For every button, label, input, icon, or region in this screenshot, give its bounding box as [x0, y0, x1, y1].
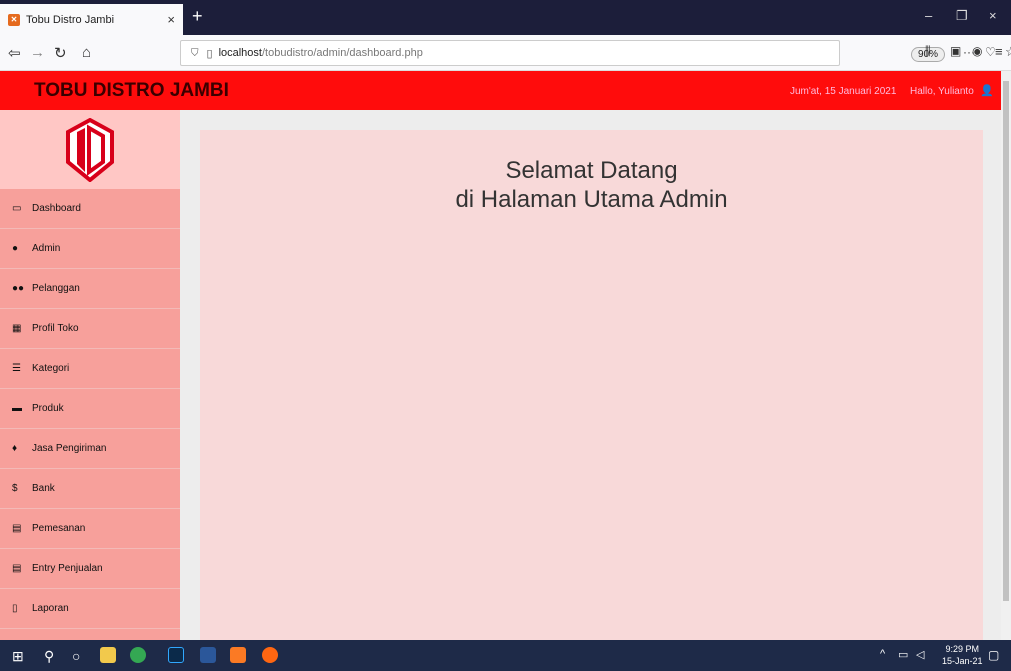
xampp-favicon-icon: ✕ [8, 13, 20, 26]
restore-button[interactable]: ❐ [956, 8, 968, 24]
reload-icon[interactable]: ↻ [54, 44, 67, 62]
sidebar-item-label: Entry Penjualan [32, 563, 103, 574]
brand-title[interactable]: TOBU DISTRO JAMBI [34, 80, 229, 102]
logo-icon [66, 117, 114, 182]
url-bar[interactable]: ⛉ ▯ localhost /tobudistro/admin/dashboar… [180, 40, 1011, 66]
sidebar-item-pelanggan[interactable]: ●● Pelanggan [0, 269, 180, 309]
page-scrollbar[interactable] [1001, 71, 1011, 640]
network-icon[interactable]: ▭ [898, 648, 908, 661]
sidebar-item-pemesanan[interactable]: ▤ Pemesanan [0, 509, 180, 549]
file-icon: ▯ [12, 603, 18, 614]
forward-icon[interactable]: → [30, 44, 45, 61]
welcome-heading: Selamat Datang [505, 157, 678, 184]
sidebar-item-label: Produk [32, 403, 64, 414]
map-marker-icon: ♦ [12, 443, 18, 454]
table-icon: ▦ [12, 323, 22, 334]
welcome-card: Selamat Datang di Halaman Utama Admin [200, 130, 983, 640]
firefox-icon[interactable] [262, 647, 278, 663]
menu-icon[interactable]: ≡ [995, 44, 1003, 59]
home-icon[interactable]: ⌂ [82, 44, 91, 61]
bookmark-star-icon[interactable]: ☆ [1005, 44, 1011, 60]
user-icon[interactable]: 👤 [980, 84, 994, 97]
welcome-subheading: di Halaman Utama Admin [455, 186, 728, 213]
list-icon: ☰ [12, 363, 21, 374]
users-icon: ●● [12, 283, 25, 294]
taskbar-clock[interactable]: 9:29 PM 15-Jan-21 [942, 643, 983, 667]
scrollbar-thumb[interactable] [1003, 81, 1009, 601]
sidebar-icon[interactable]: ▣ [950, 44, 961, 58]
sidebar-item-profil-toko[interactable]: ▦ Profil Toko [0, 309, 180, 349]
sidebar-item-label: Laporan [32, 603, 69, 614]
clock-time: 9:29 PM [945, 644, 980, 654]
user-icon: ● [12, 243, 19, 254]
app-header: TOBU DISTRO JAMBI Jum'at, 15 Januari 202… [0, 71, 1001, 110]
header-greeting[interactable]: Hallo, Yulianto [910, 86, 974, 97]
photoshop-icon[interactable] [168, 647, 184, 663]
url-host: localhost [218, 47, 262, 59]
account-icon[interactable]: ◉ [972, 44, 982, 58]
file-explorer-icon[interactable] [100, 647, 116, 663]
url-path: /tobudistro/admin/dashboard.php [261, 47, 423, 59]
clock-date: 15-Jan-21 [942, 656, 983, 666]
library-icon[interactable]: ⫼ [925, 44, 931, 59]
dollar-icon: $ [12, 483, 18, 494]
sidebar-item-entry-penjualan[interactable]: ▤ Entry Penjualan [0, 549, 180, 589]
minimize-button[interactable]: – [925, 8, 932, 23]
header-date: Jum'at, 15 Januari 2021 [790, 86, 897, 97]
search-icon[interactable]: ⚲ [44, 648, 54, 665]
sidebar-item-label: Kategori [32, 363, 70, 374]
window-close-button[interactable]: × [989, 8, 997, 23]
xampp-icon[interactable] [230, 647, 246, 663]
tab-title: Tobu Distro Jambi [26, 13, 115, 26]
tab-close-icon[interactable]: × [167, 12, 175, 27]
sidebar-item-produk[interactable]: ▬ Produk [0, 389, 180, 429]
sidebar-item-jasa-pengiriman[interactable]: ♦ Jasa Pengiriman [0, 429, 180, 469]
briefcase-icon: ▬ [12, 403, 22, 414]
sidebar-item-bank[interactable]: $ Bank [0, 469, 180, 509]
sidebar-item-kategori[interactable]: ☰ Kategori [0, 349, 180, 389]
sidebar-item-label: Pemesanan [32, 523, 86, 534]
windows-start-icon[interactable]: ⊞ [12, 648, 24, 665]
volume-icon[interactable]: ◁ [916, 648, 924, 661]
main-content: Selamat Datang di Halaman Utama Admin [180, 110, 1001, 640]
sidebar-item-label: Profil Toko [32, 323, 79, 334]
sidebar-item-admin[interactable]: ● Admin [0, 229, 180, 269]
word-icon[interactable] [200, 647, 216, 663]
sidebar-item-dashboard[interactable]: ▭ Dashboard [0, 189, 180, 229]
sidebar-item-label: Admin [32, 243, 61, 254]
new-tab-button[interactable]: + [192, 6, 203, 27]
credit-card-icon: ▤ [12, 523, 22, 534]
browser-tab[interactable]: ✕ Tobu Distro Jambi × [0, 4, 183, 35]
sidebar-item-laporan[interactable]: ▯ Laporan [0, 589, 180, 629]
sidebar-item-label: Jasa Pengiriman [32, 443, 107, 454]
sidebar-item-label: Dashboard [32, 203, 81, 214]
logo-area [0, 110, 180, 189]
browser-nav-bar: ⇦ → ↻ ⌂ ⛉ ▯ localhost /tobudistro/admin/… [0, 35, 1011, 71]
sidebar-item-label: Bank [32, 483, 55, 494]
browser-tab-bar: ✕ Tobu Distro Jambi × + – ❐ × [0, 0, 1011, 35]
tray-expand-icon[interactable]: ^ [880, 648, 885, 660]
shield-icon: ⛉ [191, 47, 199, 59]
sidebar-menu: ▭ Dashboard ● Admin ●● Pelanggan ▦ Profil To… [0, 189, 180, 629]
chrome-icon[interactable] [130, 647, 146, 663]
sidebar-item-label: Pelanggan [32, 283, 80, 294]
notification-icon[interactable]: ▢ [988, 648, 999, 662]
credit-card-icon: ▤ [12, 563, 22, 574]
back-icon[interactable]: ⇦ [8, 44, 21, 62]
page-icon: ▯ [206, 47, 213, 60]
windows-taskbar: ⊞ ⚲ ○ ^ ▭ ◁ 9:29 PM 15-Jan-21 ▢ [0, 640, 1011, 671]
cortana-icon[interactable]: ○ [72, 648, 80, 664]
monitor-icon: ▭ [12, 203, 22, 214]
sidebar: ▭ Dashboard ● Admin ●● Pelanggan ▦ Profil To… [0, 110, 180, 640]
